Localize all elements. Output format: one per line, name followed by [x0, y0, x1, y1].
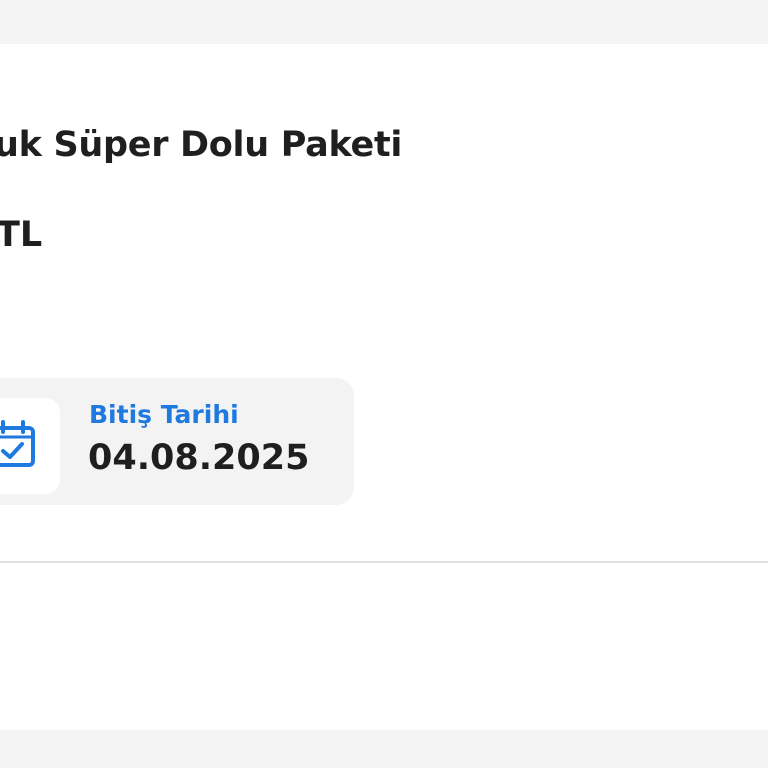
- section-divider: [0, 561, 768, 563]
- package-title: uk Süper Dolu Paketi: [0, 125, 403, 165]
- calendar-check-icon: [0, 420, 35, 467]
- top-background-strip: [0, 0, 768, 44]
- bottom-background-strip: [0, 730, 768, 768]
- end-date-value: 04.08.2025: [88, 438, 310, 478]
- end-date-label: Bitiş Tarihi: [89, 400, 239, 429]
- package-price: TL: [0, 215, 43, 255]
